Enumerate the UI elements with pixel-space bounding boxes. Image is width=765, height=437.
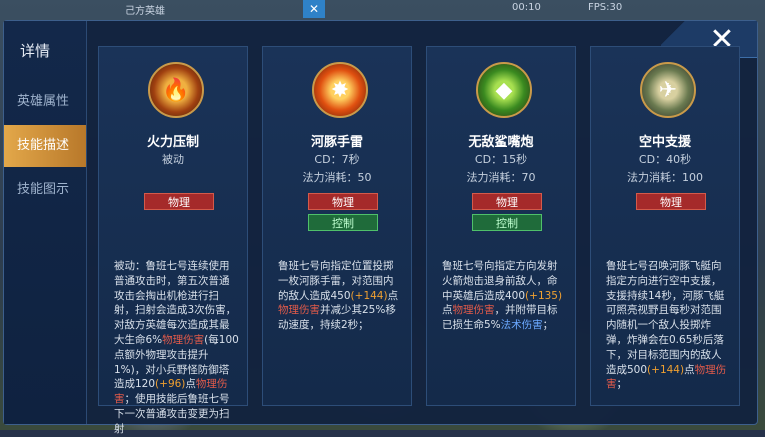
skill-cooldown: CD：15秒 <box>474 153 528 166</box>
shark-cannon-icon: ◆ <box>476 62 532 118</box>
skill-card: ✈ 空中支援 CD：40秒 法力消耗：100 物理鲁班七号召唤河豚飞艇向指定方向进行空中… <box>590 46 740 406</box>
skill-card: ◆ 无敌鲨嘴炮 CD：15秒 法力消耗：70 物理 控制 鲁班七号向指定方向发射火箭炮击退身… <box>426 46 576 406</box>
description-text: ； <box>616 378 628 391</box>
skill-description: 被动：鲁班七号连续使用普通攻击时，第五次普通攻击会掏出机枪进行扫射，扫射会造成3… <box>114 259 239 437</box>
highlighted-text: (+144) <box>647 363 685 376</box>
skill-mana-cost: 法力消耗：70 <box>466 171 536 184</box>
air-support-icon: ✈ <box>640 62 696 118</box>
skill-mana-cost: 法力消耗：100 <box>627 171 703 184</box>
highlighted-text: (+96) <box>155 378 186 391</box>
match-timer: 00:10 <box>512 2 541 13</box>
description-text: ；使用技能后鲁班七号下一次普通攻击变更为扫射 <box>114 393 230 435</box>
control-tag: 控制 <box>308 214 378 231</box>
description-text: 鲁班七号召唤河豚飞艇向指定方向进行空中支援，支援持续14秒，河豚飞艇可照亮视野且… <box>606 260 725 376</box>
skill-cooldown: 被动 <box>162 153 184 166</box>
highlighted-text: 物理伤害 <box>278 304 320 317</box>
physical-tag: 物理 <box>308 193 378 210</box>
skill-name: 无敌鲨嘴炮 <box>468 135 534 150</box>
highlighted-text: (+135) <box>525 289 563 302</box>
skill-name: 火力压制 <box>146 135 199 150</box>
highlighted-text: 法术伤害 <box>500 319 543 332</box>
fps-counter: FPS:30 <box>588 2 623 13</box>
sidebar-title: 详情 <box>20 42 51 60</box>
skill-description: 鲁班七号向指定方向发射火箭炮击退身前敌人，命中英雄后造成400(+135)点物理… <box>442 259 567 333</box>
sidebar: 详情 英雄属性 技能描述 技能图示 <box>4 21 87 424</box>
description-text: ； <box>542 319 554 332</box>
skill-name: 河豚手雷 <box>310 135 363 150</box>
sidebar-item-hero-attributes[interactable]: 英雄属性 <box>4 81 86 123</box>
skill-mana-cost: 法力消耗：50 <box>302 171 372 184</box>
physical-tag: 物理 <box>144 193 214 210</box>
skill-cooldown: CD：40秒 <box>638 153 692 166</box>
highlighted-text: (+144) <box>350 289 388 302</box>
pufferfish-grenade-icon: ✸ <box>312 62 368 118</box>
description-text: 点 <box>442 304 453 317</box>
skill-cooldown: CD：7秒 <box>314 153 360 166</box>
team-label: 己方英雄 <box>125 6 165 17</box>
highlighted-text: 物理伤害 <box>452 304 495 317</box>
sidebar-item-skill-description[interactable]: 技能描述 <box>4 125 86 167</box>
map-marker-icon: ✕ <box>303 0 325 18</box>
sidebar-item-skill-illustration[interactable]: 技能图示 <box>4 169 86 211</box>
highlighted-text: 物理伤害 <box>162 333 205 346</box>
description-text: 点 <box>684 363 695 376</box>
skill-card: ✸ 河豚手雷 CD：7秒法力消耗：50 物理控制鲁班七号向指定位置投掷一枚河豚手雷，对… <box>262 46 412 406</box>
description-text: 点 <box>387 289 399 302</box>
physical-tag: 物理 <box>472 193 542 210</box>
hero-detail-panel: ✕ 详情 英雄属性 技能描述 技能图示 🔥 火力压制 被动 物理 被动：鲁班七号连续使用… <box>3 20 758 435</box>
game-topbar: 己方英雄 ✕ 00:10 FPS:30 <box>0 0 765 20</box>
control-tag: 控制 <box>472 214 542 231</box>
skill-name: 空中支援 <box>638 135 691 150</box>
skill-card: 🔥 火力压制被动物理被动：鲁班七号连续使用普通攻击时，第五次普通攻击会掏出机枪进行… <box>98 46 248 435</box>
skill-description: 鲁班七号召唤河豚飞艇向指定方向进行空中支援，支援持续14秒，河豚飞艇可照亮视野且… <box>606 259 731 392</box>
physical-tag: 物理 <box>636 193 706 210</box>
description-text: 点 <box>185 378 196 391</box>
skill-description: 鲁班七号向指定位置投掷一枚河豚手雷，对范围内的敌人造成450(+144)点物理伤… <box>278 259 403 333</box>
fire-suppression-icon: 🔥 <box>148 62 204 118</box>
